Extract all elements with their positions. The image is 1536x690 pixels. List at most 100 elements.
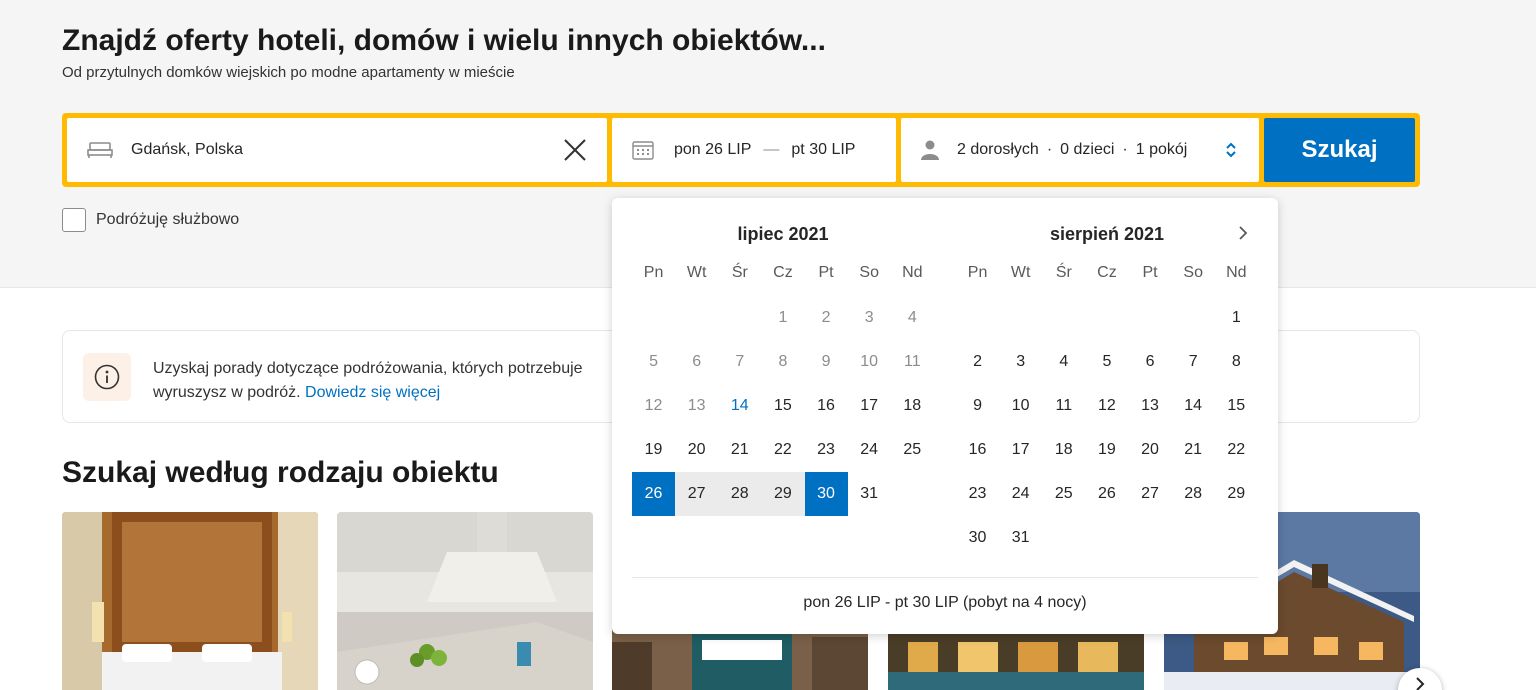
date-picker-popup: lipiec 2021 Pn Wt Śr Cz Pt So Nd 1 2 3 4 5 6 7 8 9 10 11 1… xyxy=(612,198,1278,634)
calendar-day[interactable]: 31 xyxy=(999,516,1042,560)
close-icon[interactable] xyxy=(563,138,587,162)
weekday-label: So xyxy=(859,264,879,281)
search-button[interactable]: Szukaj xyxy=(1264,118,1415,182)
calendar-day[interactable]: 1 xyxy=(1215,296,1258,340)
calendar-day: 13 xyxy=(687,397,706,414)
calendar-day[interactable]: 9 xyxy=(956,384,999,428)
checkin-date[interactable]: pon 26 LIP xyxy=(674,141,751,159)
calendar-day[interactable]: 15 xyxy=(761,384,804,428)
calendar-day[interactable]: 22 xyxy=(761,428,804,472)
calendar-day: 10 xyxy=(860,353,879,370)
calendar-day[interactable]: 14 xyxy=(718,384,761,428)
calendar-day[interactable]: 26 xyxy=(632,472,676,516)
calendar-day[interactable]: 30 xyxy=(804,472,848,516)
calendar-day[interactable]: 19 xyxy=(632,428,675,472)
destination-field[interactable] xyxy=(67,118,607,182)
empty-day-cell xyxy=(718,296,761,340)
property-card-hotel[interactable] xyxy=(62,512,318,690)
calendar-month-july: lipiec 2021 Pn Wt Śr Cz Pt So Nd 1 2 3 4 5 6 7 8 9 10 11 1… xyxy=(632,218,934,516)
weekday-label: Pn xyxy=(643,264,664,281)
calendar-day[interactable]: 23 xyxy=(805,428,848,472)
search-bar: pon 26 LIP — pt 30 LIP 2 dorosłych · 0 d… xyxy=(62,113,1420,187)
destination-input[interactable] xyxy=(131,141,531,159)
calendar-day[interactable]: 31 xyxy=(848,472,891,516)
bed-icon xyxy=(87,141,113,159)
calendar-day[interactable]: 19 xyxy=(1085,428,1128,472)
calendar-day[interactable]: 18 xyxy=(1042,428,1085,472)
calendar-day[interactable]: 15 xyxy=(1215,384,1258,428)
calendar-day[interactable]: 18 xyxy=(891,384,934,428)
guests-field[interactable]: 2 dorosłych · 0 dzieci · 1 pokój xyxy=(901,118,1259,182)
calendar-day[interactable]: 16 xyxy=(956,428,999,472)
calendar-day[interactable]: 17 xyxy=(999,428,1042,472)
guests-children: 0 dzieci xyxy=(1060,141,1115,158)
property-card-apartment[interactable] xyxy=(337,512,593,690)
calendar-month-august: sierpień 2021 Pn Wt Śr Cz Pt So Nd 1 2 3 4 5 6 7 8 9 10 1… xyxy=(956,218,1258,560)
weekday-label: Cz xyxy=(1097,264,1117,281)
calendar-day[interactable]: 5 xyxy=(1085,340,1128,384)
calendar-day[interactable]: 28 xyxy=(718,472,762,516)
weekday-label: Wt xyxy=(1010,264,1031,281)
calendar-day[interactable]: 24 xyxy=(999,472,1042,516)
calendar-day[interactable]: 30 xyxy=(956,516,999,560)
business-travel-label[interactable]: Podróżuję służbowo xyxy=(96,211,239,229)
learn-more-link[interactable]: Dowiedz się więcej xyxy=(305,384,440,401)
calendar-day[interactable]: 23 xyxy=(956,472,999,516)
calendar-day[interactable]: 13 xyxy=(1129,384,1172,428)
person-icon xyxy=(921,140,939,160)
calendar-day[interactable]: 16 xyxy=(805,384,848,428)
calendar-day[interactable]: 26 xyxy=(1085,472,1128,516)
chevron-right-icon xyxy=(1238,226,1248,240)
calendar-day: 2 xyxy=(821,309,831,326)
calendar-day[interactable]: 24 xyxy=(848,428,891,472)
business-travel-checkbox[interactable] xyxy=(62,208,86,232)
travel-advice-line-1: Uzyskaj porady dotyczące podróżowania, k… xyxy=(153,360,583,377)
property-type-heading: Szukaj według rodzaju obiektu xyxy=(62,456,499,489)
calendar-day[interactable]: 7 xyxy=(1172,340,1215,384)
guests-separator: · xyxy=(1046,141,1053,158)
chevron-updown-icon[interactable] xyxy=(1225,141,1237,159)
calendar-day[interactable]: 21 xyxy=(1172,428,1215,472)
calendar-day[interactable]: 21 xyxy=(718,428,761,472)
calendar-day[interactable]: 14 xyxy=(1172,384,1215,428)
month-title: sierpień 2021 xyxy=(1049,224,1165,244)
calendar-day[interactable]: 29 xyxy=(1215,472,1258,516)
weekday-label: Wt xyxy=(686,264,707,281)
weekday-label: Śr xyxy=(1055,264,1072,281)
calendar-day[interactable]: 8 xyxy=(1215,340,1258,384)
calendar-day[interactable]: 2 xyxy=(956,340,999,384)
calendar-day[interactable]: 3 xyxy=(999,340,1042,384)
guests-separator: · xyxy=(1122,141,1128,158)
page-title: Znajdź oferty hoteli, domów i wielu inny… xyxy=(62,24,826,57)
calendar-day[interactable]: 25 xyxy=(891,428,934,472)
calendar-day[interactable]: 20 xyxy=(675,428,718,472)
calendar-day[interactable]: 27 xyxy=(1129,472,1172,516)
calendar-divider xyxy=(632,577,1258,578)
calendar-day: 4 xyxy=(907,309,917,326)
dates-field[interactable]: pon 26 LIP — pt 30 LIP xyxy=(612,118,896,182)
calendar-day[interactable]: 17 xyxy=(848,384,891,428)
date-separator: — xyxy=(763,141,780,158)
calendar-day: 7 xyxy=(735,353,745,370)
checkout-date[interactable]: pt 30 LIP xyxy=(791,141,855,159)
calendar-day[interactable]: 27 xyxy=(675,472,719,516)
empty-day-cell xyxy=(632,296,675,340)
empty-day-cell xyxy=(1129,296,1172,340)
calendar-day[interactable]: 10 xyxy=(999,384,1042,428)
calendar-day[interactable]: 25 xyxy=(1042,472,1085,516)
calendar-day[interactable]: 29 xyxy=(761,472,805,516)
calendar-day[interactable]: 4 xyxy=(1042,340,1085,384)
calendar-day[interactable]: 6 xyxy=(1129,340,1172,384)
calendar-next-button[interactable] xyxy=(1230,220,1256,246)
empty-day-cell xyxy=(675,296,718,340)
calendar-day[interactable]: 11 xyxy=(1042,384,1085,428)
calendar-day[interactable]: 12 xyxy=(1085,384,1128,428)
calendar-day[interactable]: 22 xyxy=(1215,428,1258,472)
travel-advice-line-2: wyruszysz w podróż. Dowiedz się więcej xyxy=(153,381,623,405)
business-travel-option[interactable]: Podróżuję służbowo xyxy=(62,208,239,232)
travel-advice-line-2-text: wyruszysz w podróż. xyxy=(153,384,301,401)
calendar-day: 1 xyxy=(778,309,788,326)
weekday-label: Śr xyxy=(731,264,748,281)
calendar-day[interactable]: 28 xyxy=(1172,472,1215,516)
calendar-day[interactable]: 20 xyxy=(1129,428,1172,472)
